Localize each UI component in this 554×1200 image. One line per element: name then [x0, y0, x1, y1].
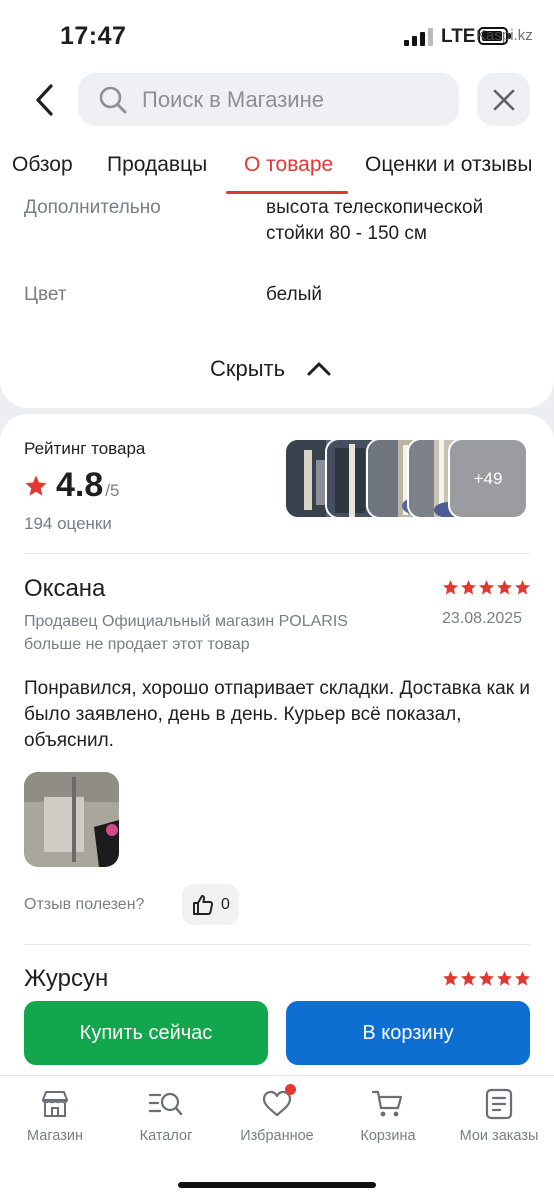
- thumbs-up-icon: [193, 894, 214, 915]
- seller-note: Продавец Официальный магазин POLARIS бол…: [24, 613, 348, 653]
- orders-icon: [485, 1088, 513, 1120]
- nav-label: Избранное: [240, 1128, 314, 1144]
- buy-now-button[interactable]: Купить сейчас: [24, 1001, 268, 1065]
- rating-title: Рейтинг товара: [24, 439, 146, 458]
- collapse-label: Скрыть: [210, 356, 286, 381]
- nav-item-store[interactable]: Магазин: [0, 1088, 110, 1144]
- star-icon: [515, 580, 530, 595]
- watermark: Kaspi.kz: [476, 27, 533, 44]
- close-icon: [493, 89, 514, 110]
- tab-overview[interactable]: Обзор: [12, 153, 73, 177]
- helpful-like-button[interactable]: 0: [182, 884, 239, 925]
- nav-label: Мои заказы: [459, 1128, 539, 1144]
- rating-value: 4.8: [56, 466, 104, 504]
- tab-reviews[interactable]: Оценки и отзывы: [365, 153, 533, 177]
- collapse-button[interactable]: Скрыть: [210, 352, 331, 386]
- review-text: Понравился, хорошо отпаривает складки. Д…: [24, 678, 530, 751]
- catalog-search-icon: [148, 1092, 183, 1116]
- spec-label-additional: Дополнительно: [24, 197, 161, 218]
- more-photos-button[interactable]: +49: [448, 438, 528, 519]
- search-input[interactable]: [142, 86, 442, 113]
- spec-label-color: Цвет: [24, 284, 67, 305]
- like-count: 0: [221, 895, 230, 913]
- divider: [24, 553, 530, 554]
- review-author: Журсун: [24, 965, 109, 992]
- network-type: LTE: [441, 26, 476, 47]
- star-icon: [515, 971, 530, 986]
- status-time: 17:47: [60, 22, 127, 50]
- back-button[interactable]: [24, 78, 64, 122]
- review-photos-strip[interactable]: +49: [284, 438, 530, 519]
- review-author: Оксана: [24, 575, 106, 602]
- star-icon: [461, 971, 476, 986]
- nav-item-cart[interactable]: Корзина: [333, 1088, 443, 1144]
- add-to-cart-button[interactable]: В корзину: [286, 1001, 530, 1065]
- search-icon: [99, 86, 127, 113]
- store-icon: [42, 1091, 68, 1117]
- divider: [24, 944, 530, 945]
- tab-sellers[interactable]: Продавцы: [107, 153, 207, 177]
- status-bar: 17:47 LTE Kaspi.kz: [0, 0, 554, 70]
- helpful-label: Отзыв полезен?: [24, 896, 145, 913]
- close-button[interactable]: [477, 73, 530, 126]
- product-tabs: Обзор Продавцы О товаре Оценки и отзывы: [0, 140, 554, 194]
- star-icon: [497, 971, 512, 986]
- star-icon: [443, 580, 458, 595]
- product-info-panel: 17:47 LTE Kaspi.kz Обзор Продавцы О това…: [0, 0, 554, 408]
- star-icon: [25, 475, 47, 496]
- nav-label: Корзина: [360, 1128, 416, 1144]
- star-icon: [461, 580, 476, 595]
- nav-item-catalog[interactable]: Каталог: [111, 1088, 221, 1144]
- star-icon: [479, 971, 494, 986]
- review-attached-photo[interactable]: [24, 772, 119, 867]
- nav-item-orders[interactable]: Мои заказы: [444, 1088, 554, 1144]
- chevron-left-icon: [36, 84, 53, 116]
- nav-label: Магазин: [27, 1128, 83, 1144]
- search-box[interactable]: [78, 73, 459, 126]
- review-stars: [442, 579, 531, 596]
- cart-icon: [371, 1090, 403, 1117]
- more-photos-count: +49: [473, 468, 503, 488]
- active-tab-indicator: [226, 191, 348, 194]
- home-indicator: [178, 1182, 376, 1188]
- nav-item-favorites[interactable]: Избранное: [222, 1084, 332, 1144]
- star-icon: [497, 580, 512, 595]
- spec-value-additional: высота телескопической стойки 80 - 150 с…: [266, 197, 484, 244]
- rating-max: /5: [105, 481, 120, 500]
- rating-summary: 4.8 /5: [24, 466, 119, 505]
- tab-about-product[interactable]: О товаре: [244, 153, 333, 177]
- chevron-up-icon: [307, 362, 331, 376]
- star-icon: [443, 971, 458, 986]
- review-stars: [442, 970, 531, 987]
- rating-count: 194 оценки: [24, 514, 112, 533]
- nav-label: Каталог: [139, 1128, 193, 1144]
- spec-value-color: белый: [266, 284, 322, 305]
- review-date: 23.08.2025: [442, 610, 523, 627]
- star-icon: [479, 580, 494, 595]
- signal-icon: [404, 28, 434, 46]
- notification-dot: [285, 1084, 296, 1095]
